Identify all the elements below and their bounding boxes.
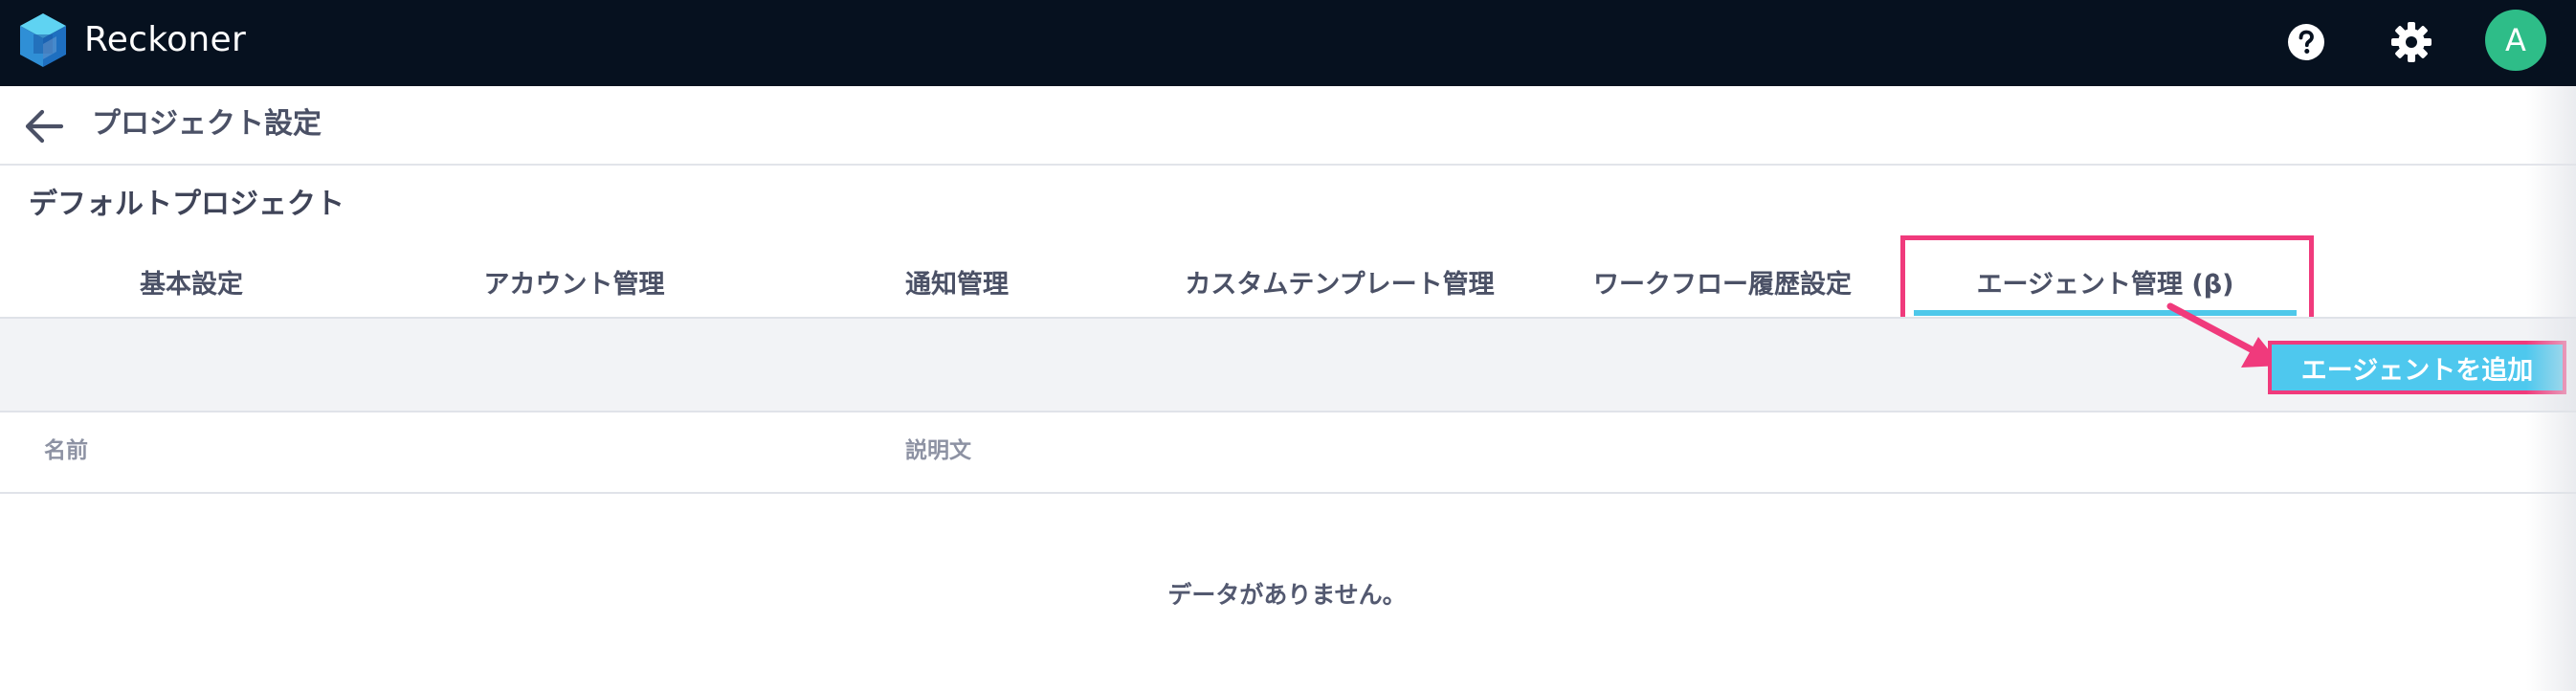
reckoner-logo-icon[interactable] [16,11,70,71]
app-name: Reckoner [84,20,247,59]
divider [0,164,2576,166]
settings-tabs: 基本設定 アカウント管理 通知管理 カスタムテンプレート管理 ワークフロー履歴設… [0,245,2576,318]
top-header: Reckoner A [0,0,2576,86]
tab-agent-management[interactable]: エージェント管理 (β) [1914,245,2297,318]
active-tab-indicator [1914,310,2297,316]
arrow-left-icon[interactable] [23,105,65,147]
column-header-name[interactable]: 名前 [44,434,88,468]
add-agent-button[interactable]: エージェントを追加 [2268,341,2566,394]
tab-basic-settings[interactable]: 基本設定 [0,245,383,318]
tab-workflow-history-settings[interactable]: ワークフロー履歴設定 [1531,245,1914,318]
column-header-description[interactable]: 説明文 [905,434,971,468]
empty-state-message: データがありません。 [1167,581,1407,609]
tab-notification-management[interactable]: 通知管理 [766,245,1148,318]
action-bar [0,319,2576,412]
tab-custom-template-management[interactable]: カスタムテンプレート管理 [1148,245,1531,318]
tab-account-management[interactable]: アカウント管理 [383,245,766,318]
help-circle-icon[interactable] [2284,20,2328,64]
gear-icon[interactable] [2389,20,2433,64]
user-avatar[interactable]: A [2485,10,2546,71]
page-title: プロジェクト設定 [92,107,322,141]
divider [0,492,2576,494]
project-name: デフォルトプロジェクト [29,188,344,221]
